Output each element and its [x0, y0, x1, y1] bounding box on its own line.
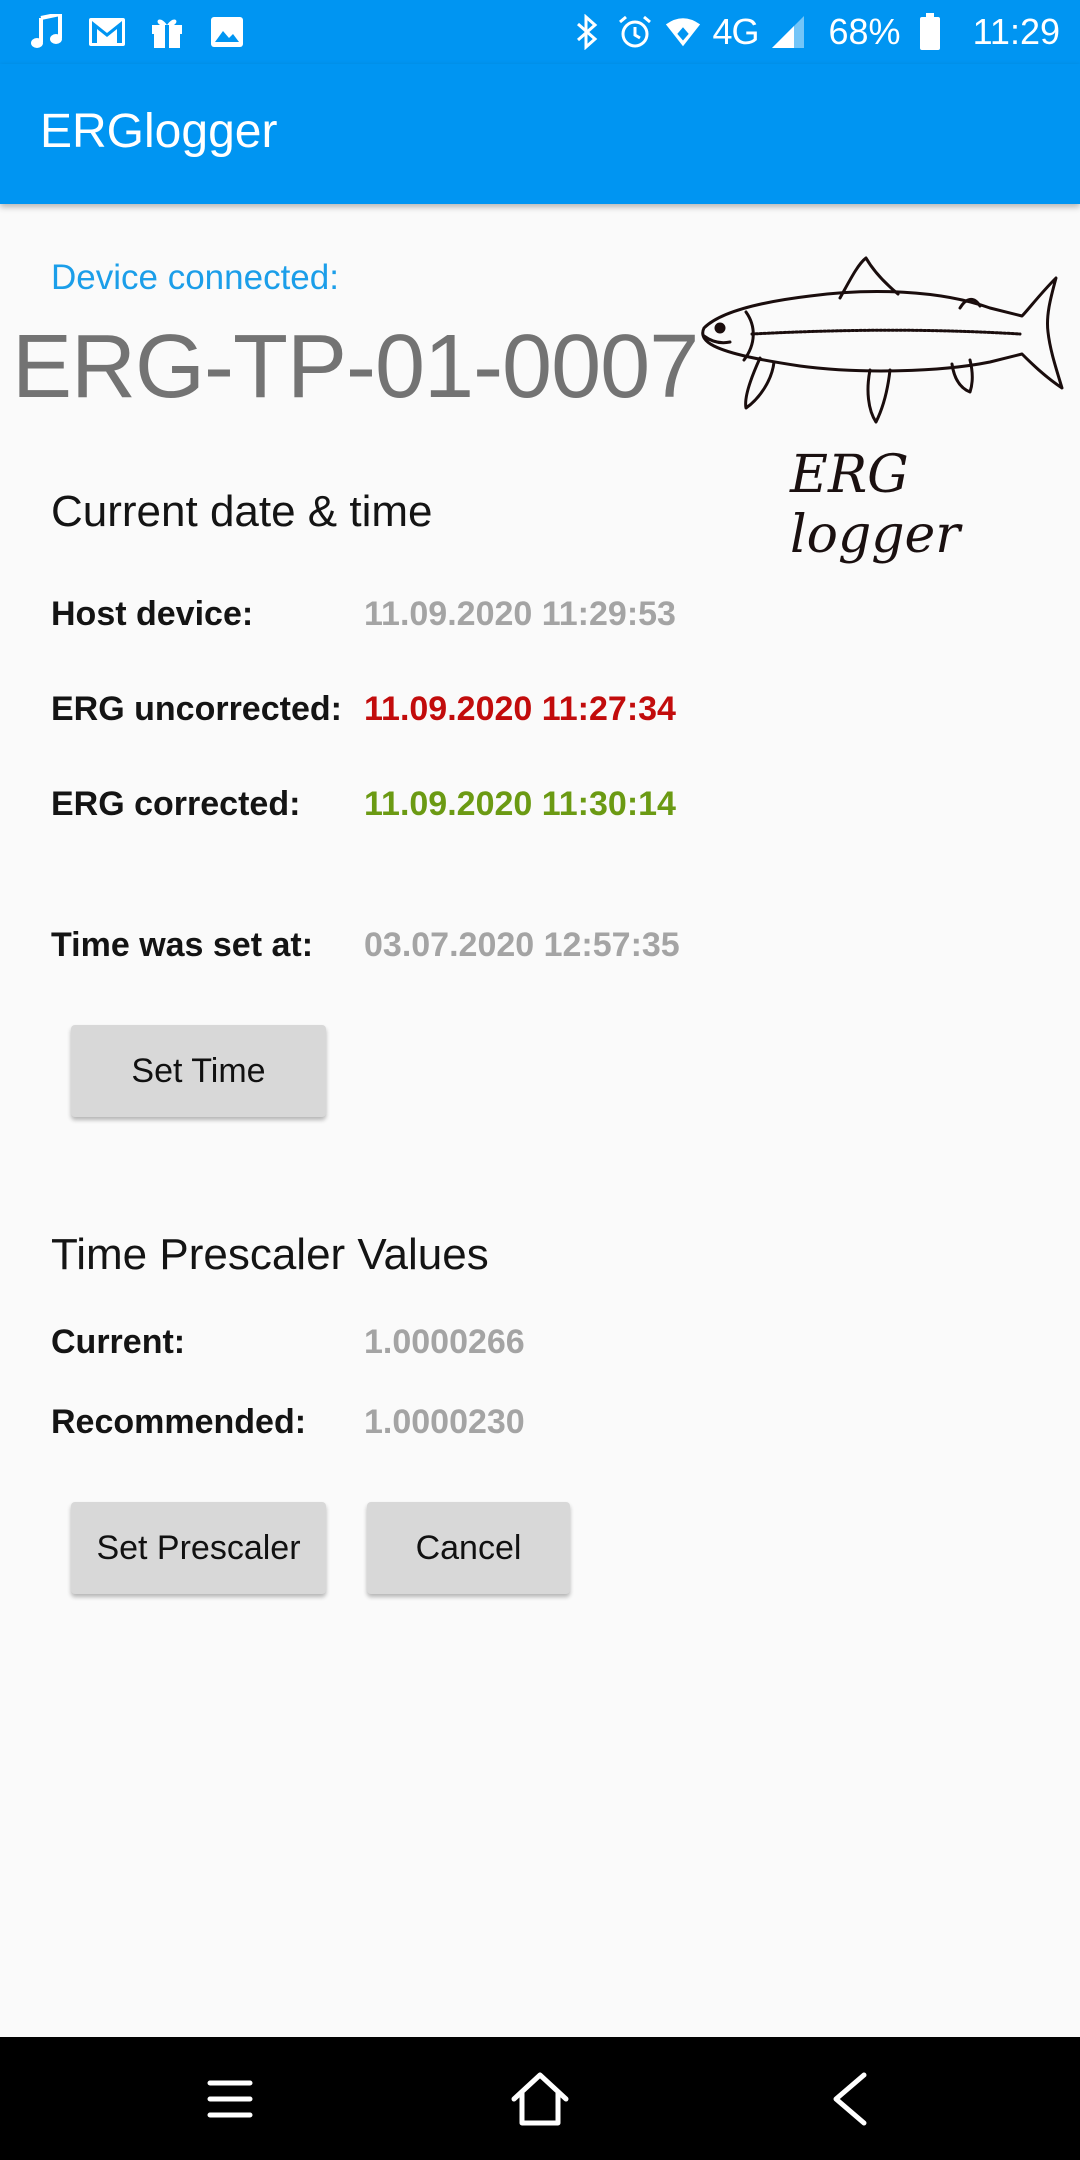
- alarm-icon: [616, 12, 654, 52]
- prescaler-recommended-value: 1.0000230: [364, 1403, 525, 1441]
- erg-corrected-value: 11.09.2020 11:30:14: [364, 785, 676, 823]
- battery-icon: [911, 12, 949, 52]
- prescaler-recommended-label: Recommended:: [51, 1403, 307, 1441]
- app-title: ERGlogger: [40, 105, 278, 158]
- host-device-value: 11.09.2020 11:29:53: [364, 595, 676, 633]
- erg-corrected-label: ERG corrected:: [51, 785, 301, 823]
- prescaler-current-value: 1.0000266: [364, 1323, 525, 1361]
- host-device-label: Host device:: [51, 595, 254, 633]
- music-icon: [26, 12, 68, 52]
- erg-uncorrected-label: ERG uncorrected:: [51, 690, 342, 728]
- menu-icon[interactable]: [190, 2061, 270, 2137]
- set-time-button[interactable]: Set Time: [71, 1025, 326, 1117]
- image-icon: [206, 12, 248, 52]
- cancel-button[interactable]: Cancel: [367, 1502, 570, 1594]
- prescaler-current-label: Current:: [51, 1323, 186, 1361]
- logo-caption: ERG logger: [790, 445, 961, 565]
- set-prescaler-button[interactable]: Set Prescaler: [71, 1502, 326, 1594]
- cell-signal-icon: [769, 12, 807, 52]
- time-set-at-value: 03.07.2020 12:57:35: [364, 926, 680, 964]
- system-status: 4G 68% 11:29: [568, 0, 1060, 64]
- back-icon[interactable]: [810, 2061, 890, 2137]
- network-type: 4G: [712, 11, 759, 52]
- erg-uncorrected-value: 11.09.2020 11:27:34: [364, 690, 676, 728]
- datetime-section-title: Current date & time: [51, 487, 433, 536]
- notification-icons: [26, 12, 248, 52]
- home-icon[interactable]: [500, 2061, 580, 2137]
- screen: 4G 68% 11:29 ERGlogger Device connected:…: [0, 0, 1080, 2160]
- gmail-icon: [86, 12, 128, 52]
- prescaler-section-title: Time Prescaler Values: [51, 1230, 489, 1279]
- gift-icon: [146, 12, 188, 52]
- time-set-at-label: Time was set at:: [51, 926, 314, 964]
- status-bar: 4G 68% 11:29: [0, 0, 1080, 64]
- bluetooth-icon: [568, 12, 606, 52]
- app-bar: ERGlogger: [0, 64, 1080, 204]
- device-name: ERG-TP-01-0007: [12, 317, 699, 417]
- device-connected-label: Device connected:: [51, 258, 339, 297]
- clock: 11:29: [972, 11, 1060, 52]
- wifi-icon: [664, 12, 702, 52]
- battery-percent: 68%: [828, 11, 901, 52]
- navigation-bar: [0, 2037, 1080, 2160]
